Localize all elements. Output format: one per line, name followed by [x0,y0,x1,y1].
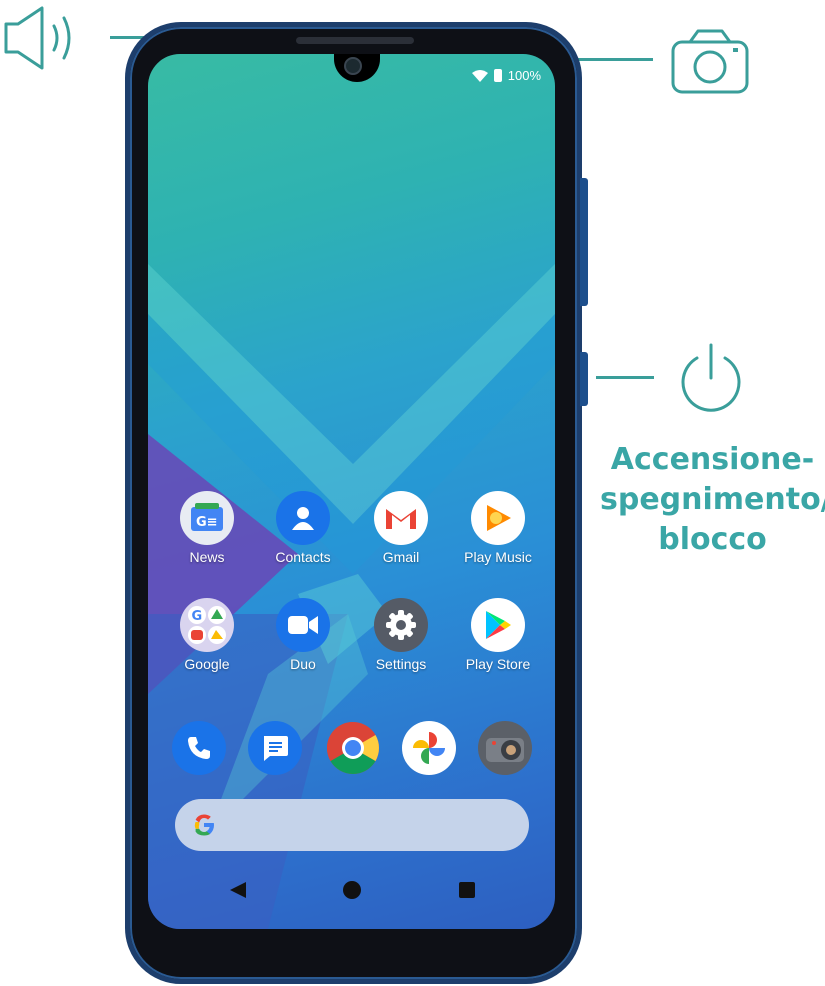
earpiece [296,37,414,44]
wifi-icon [471,69,488,82]
google-g-icon [194,814,214,836]
back-button[interactable] [228,880,248,900]
contacts-icon [276,491,330,545]
settings-icon [374,598,428,652]
battery-level: 100% [507,68,541,83]
google-folder-icon: G [180,598,234,652]
power-label: Accensione- spegnimento/ blocco [600,442,825,557]
camera-app-icon[interactable] [478,721,532,775]
battery-icon [493,69,502,82]
power-icon [681,343,741,412]
duo-icon [276,598,330,652]
gmail-icon [374,491,428,545]
status-bar: 100% [471,68,541,83]
app-duo[interactable]: Duo [253,598,353,672]
svg-text:G: G [192,609,203,624]
front-camera [344,57,362,75]
power-button[interactable] [580,352,588,406]
camera-icon [671,29,749,94]
power-callout-line [596,376,654,379]
volume-button[interactable] [580,178,588,306]
speaker-icon [4,6,71,70]
app-contacts[interactable]: Contacts [253,491,353,565]
chrome-icon[interactable] [326,721,380,775]
svg-text:G≡: G≡ [196,515,218,530]
app-play-music[interactable]: Play Music [448,491,548,565]
home-button[interactable] [342,880,362,900]
app-play-store[interactable]: Play Store [448,598,548,672]
app-settings[interactable]: Settings [351,598,451,672]
google-search-bar[interactable] [175,799,529,851]
play-store-icon [471,598,525,652]
messages-icon[interactable] [248,721,302,775]
app-google-folder[interactable]: G Google [157,598,257,672]
app-news[interactable]: G≡ News [157,491,257,565]
photos-icon[interactable] [402,721,456,775]
phone-icon[interactable] [172,721,226,775]
news-icon: G≡ [180,491,234,545]
app-gmail[interactable]: Gmail [351,491,451,565]
play-music-icon [471,491,525,545]
recents-button[interactable] [457,880,477,900]
home-screen: 100% G≡ News Contacts Gmail Play Music G… [148,54,555,929]
